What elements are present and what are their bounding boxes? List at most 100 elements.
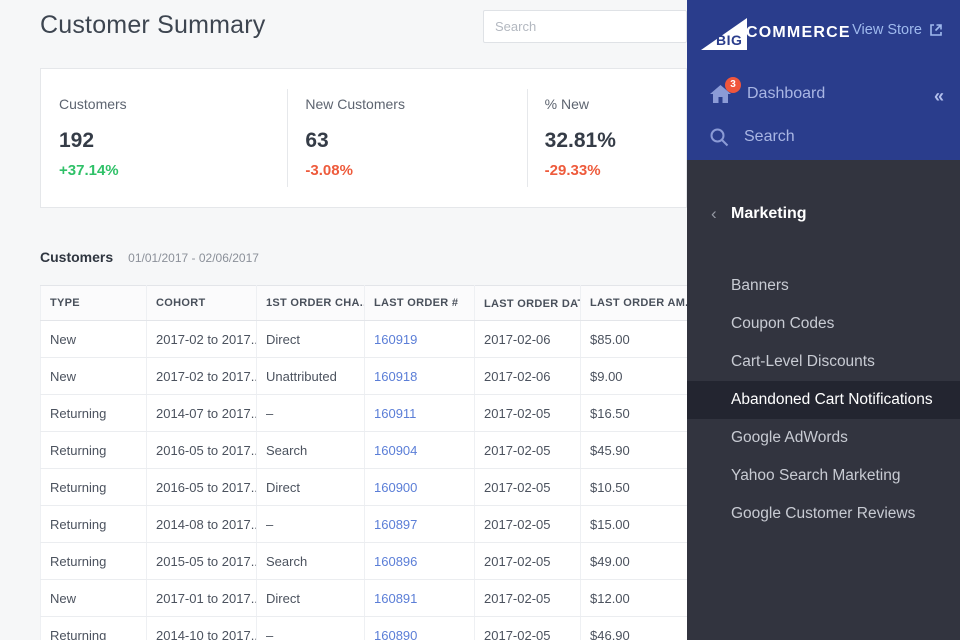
- table-header-row: TYPE COHORT 1ST ORDER CHA... LAST ORDER …: [41, 286, 688, 321]
- order-number-link[interactable]: 160918: [374, 369, 417, 384]
- cell-first-order-channel: Search: [257, 432, 365, 469]
- menu-item[interactable]: Banners: [687, 267, 960, 305]
- cell-cohort: 2014-07 to 2017...: [147, 395, 257, 432]
- view-store-link[interactable]: View Store: [852, 22, 943, 38]
- cell-cohort: 2017-01 to 2017...: [147, 580, 257, 617]
- cell-last-order-date: 2017-02-06: [475, 321, 581, 358]
- cell-last-order-amount: $16.50: [581, 395, 688, 432]
- sidebar-header: BIG COMMERCE View Store 3 Dashboard «: [687, 0, 960, 160]
- stat-new-customers: New Customers 63 -3.08%: [287, 69, 526, 207]
- stat-delta: +37.14%: [59, 162, 287, 179]
- col-header-last-order-number[interactable]: LAST ORDER #: [365, 286, 475, 321]
- menu-item[interactable]: Coupon Codes: [687, 305, 960, 343]
- dashboard-label: Dashboard: [747, 85, 825, 103]
- cell-last-order-date: 2017-02-05: [475, 469, 581, 506]
- sidebar: BIG COMMERCE View Store 3 Dashboard «: [687, 0, 960, 640]
- cell-last-order-date: 2017-02-05: [475, 617, 581, 640]
- cell-cohort: 2014-10 to 2017...: [147, 617, 257, 640]
- order-number-link[interactable]: 160890: [374, 628, 417, 640]
- col-header-first-order-channel[interactable]: 1ST ORDER CHA...: [257, 286, 365, 321]
- menu-title: Marketing: [731, 205, 807, 223]
- table-row: Returning 2015-05 to 2017... Search 1608…: [41, 543, 688, 580]
- cell-last-order-number: 160904: [365, 432, 475, 469]
- cell-first-order-channel: –: [257, 395, 365, 432]
- stat-label: New Customers: [305, 96, 526, 112]
- stat-percent-new: % New 32.81% -29.33%: [527, 69, 686, 207]
- bigcommerce-triangle-icon: BIG: [699, 14, 749, 52]
- stat-value: 192: [59, 129, 287, 153]
- cell-type: Returning: [41, 469, 147, 506]
- cell-last-order-amount: $12.00: [581, 580, 688, 617]
- cell-last-order-number: 160900: [365, 469, 475, 506]
- menu-item[interactable]: Google AdWords: [687, 419, 960, 457]
- customers-table: TYPE COHORT 1ST ORDER CHA... LAST ORDER …: [40, 285, 687, 640]
- order-number-link[interactable]: 160911: [374, 406, 416, 421]
- stat-customers: Customers 192 +37.14%: [41, 69, 287, 207]
- cell-type: Returning: [41, 506, 147, 543]
- table-row: New 2017-02 to 2017... Direct 160919 201…: [41, 321, 688, 358]
- table-row: New 2017-02 to 2017... Unattributed 1609…: [41, 358, 688, 395]
- cell-last-order-date: 2017-02-05: [475, 506, 581, 543]
- cell-type: New: [41, 580, 147, 617]
- cell-first-order-channel: Direct: [257, 580, 365, 617]
- date-range: 01/01/2017 - 02/06/2017: [128, 251, 259, 265]
- table-row: Returning 2016-05 to 2017... Direct 1609…: [41, 469, 688, 506]
- menu-item[interactable]: Abandoned Cart Notifications: [687, 381, 960, 419]
- order-number-link[interactable]: 160897: [374, 517, 417, 532]
- cell-last-order-amount: $46.90: [581, 617, 688, 640]
- cell-cohort: 2017-02 to 2017...: [147, 321, 257, 358]
- table-row: New 2017-01 to 2017... Direct 160891 201…: [41, 580, 688, 617]
- cell-last-order-amount: $85.00: [581, 321, 688, 358]
- sidebar-item-dashboard[interactable]: 3 Dashboard: [709, 84, 825, 104]
- collapse-sidebar-icon[interactable]: «: [934, 86, 942, 107]
- back-chevron-icon[interactable]: ‹: [711, 204, 717, 224]
- cell-last-order-number: 160890: [365, 617, 475, 640]
- table-section-title: Customers: [40, 249, 113, 265]
- col-header-last-order-date[interactable]: LAST ORDER DATE: [475, 286, 581, 321]
- menu-item[interactable]: Yahoo Search Marketing: [687, 457, 960, 495]
- menu-section-header: ‹ Marketing: [687, 200, 960, 228]
- search-icon: [709, 127, 729, 147]
- cell-first-order-channel: Direct: [257, 321, 365, 358]
- stat-value: 63: [305, 129, 526, 153]
- cell-last-order-number: 160891: [365, 580, 475, 617]
- search-input[interactable]: [483, 10, 687, 43]
- col-header-last-order-amount[interactable]: LAST ORDER AM...: [581, 286, 688, 321]
- stat-label: Customers: [59, 96, 287, 112]
- external-link-icon: [929, 23, 943, 37]
- cell-last-order-amount: $49.00: [581, 543, 688, 580]
- cell-type: Returning: [41, 617, 147, 640]
- order-number-link[interactable]: 160896: [374, 554, 417, 569]
- cell-last-order-number: 160918: [365, 358, 475, 395]
- main-content-panel: Customer Summary Customers 192 +37.14% N…: [0, 0, 687, 640]
- order-number-link[interactable]: 160900: [374, 480, 417, 495]
- sidebar-item-search[interactable]: Search: [709, 127, 795, 147]
- cell-last-order-date: 2017-02-05: [475, 432, 581, 469]
- stat-value: 32.81%: [545, 129, 686, 153]
- summary-stats-card: Customers 192 +37.14% New Customers 63 -…: [40, 68, 687, 208]
- cell-type: Returning: [41, 395, 147, 432]
- cell-type: Returning: [41, 543, 147, 580]
- order-number-link[interactable]: 160919: [374, 332, 417, 347]
- cell-last-order-number: 160897: [365, 506, 475, 543]
- page-title: Customer Summary: [40, 11, 265, 40]
- cell-type: New: [41, 321, 147, 358]
- col-header-cohort[interactable]: COHORT: [147, 286, 257, 321]
- cell-type: New: [41, 358, 147, 395]
- svg-text:BIG: BIG: [716, 32, 742, 48]
- bigcommerce-logo[interactable]: BIG COMMERCE: [699, 14, 851, 52]
- order-number-link[interactable]: 160891: [374, 591, 417, 606]
- menu-item[interactable]: Cart-Level Discounts: [687, 343, 960, 381]
- cell-last-order-date: 2017-02-05: [475, 543, 581, 580]
- col-header-type[interactable]: TYPE: [41, 286, 147, 321]
- cell-last-order-date: 2017-02-05: [475, 580, 581, 617]
- cell-cohort: 2017-02 to 2017...: [147, 358, 257, 395]
- cell-type: Returning: [41, 432, 147, 469]
- order-number-link[interactable]: 160904: [374, 443, 417, 458]
- menu-item[interactable]: Google Customer Reviews: [687, 495, 960, 533]
- cell-last-order-number: 160911: [365, 395, 475, 432]
- cell-last-order-amount: $15.00: [581, 506, 688, 543]
- cell-last-order-date: 2017-02-06: [475, 358, 581, 395]
- cell-cohort: 2016-05 to 2017...: [147, 432, 257, 469]
- marketing-menu: Banners Coupon Codes Cart-Level Discount…: [687, 267, 960, 533]
